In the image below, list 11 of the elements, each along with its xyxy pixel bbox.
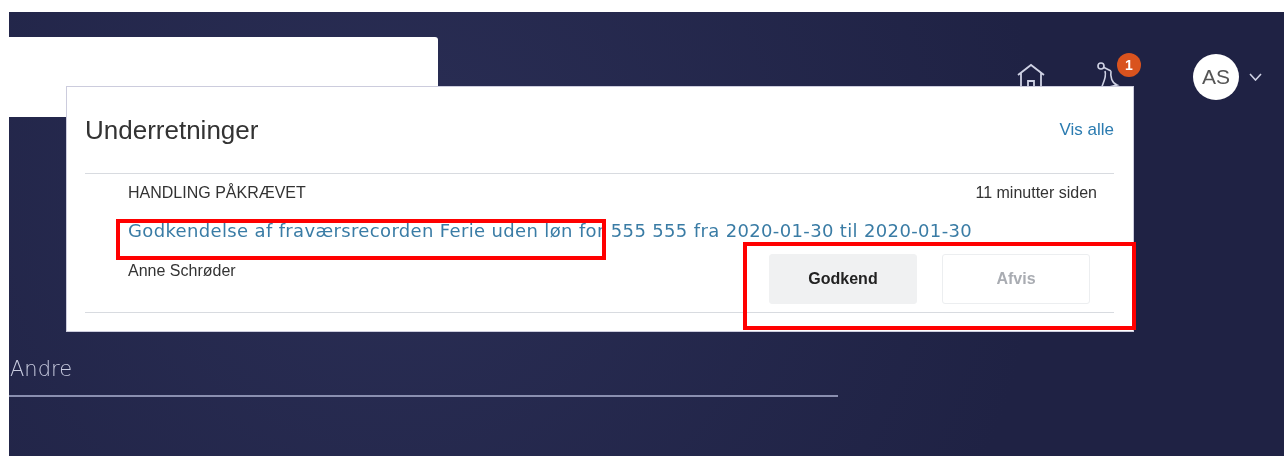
notification-sender: Anne Schrøder [128,262,236,280]
notification-link[interactable]: Godkendelse af fraværsrecorden Ferie uden løn for 555 555 fra 2020-01-30 til 2020-01-30 [128,220,1097,242]
chevron-icon[interactable] [1249,73,1262,81]
user-avatar[interactable]: AS [1193,54,1239,100]
notification-time: 11 minutter siden [975,184,1097,202]
section-title: Andre [10,357,73,381]
view-all-link[interactable]: Vis alle [1059,120,1114,140]
notification-category: HANDLING PÅKRÆVET [128,184,306,202]
panel-title: Underretninger [85,114,259,146]
action-button[interactable]: Godkend [769,254,917,304]
notification-badge: 1 [1117,53,1141,77]
